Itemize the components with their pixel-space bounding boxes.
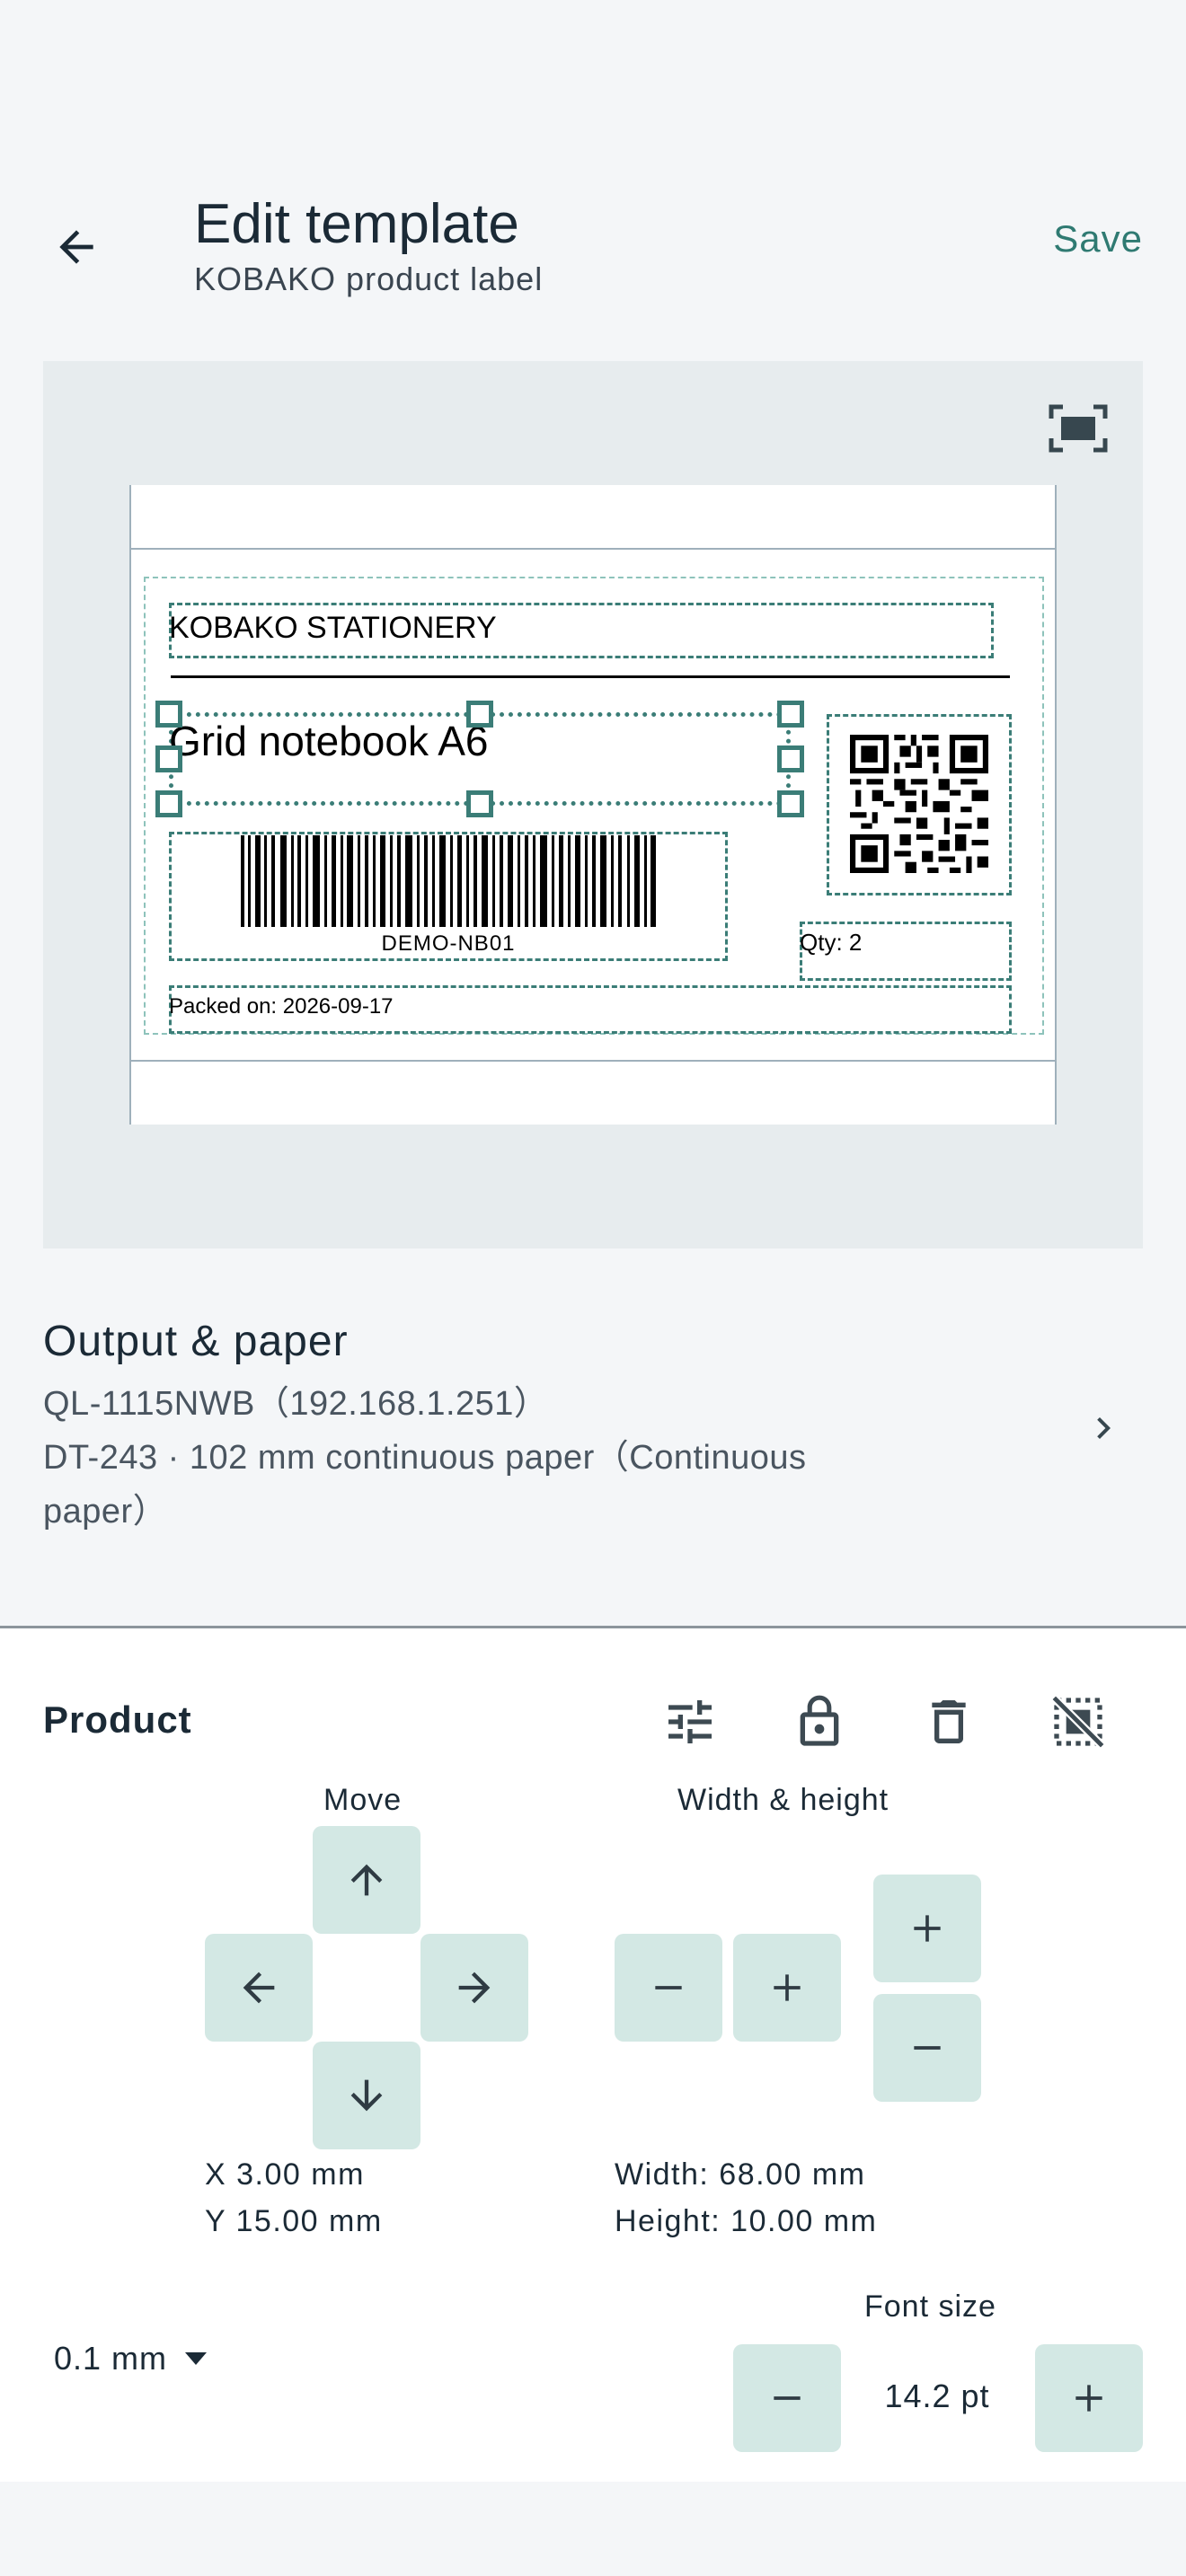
- paper-info-line2: paper）: [43, 1493, 168, 1531]
- arrow-back-icon: [59, 230, 93, 264]
- element-properties-panel: Product Move Width & height X 3.00 mm Y …: [0, 1628, 1186, 2482]
- deselect-icon: [1051, 1695, 1105, 1749]
- height-decrease-button[interactable]: [873, 1994, 981, 2102]
- arrow-right-icon: [458, 1972, 491, 2004]
- resize-handle-bottom-right[interactable]: [777, 790, 804, 817]
- output-paper-settings[interactable]: Output & paper QL-1115NWB（192.168.1.251）…: [43, 1317, 1143, 1550]
- brand-text: KOBAKO STATIONERY: [169, 611, 497, 645]
- move-label: Move: [323, 1783, 403, 1817]
- lock-open-icon: [800, 1695, 839, 1746]
- arrow-left-icon: [243, 1972, 275, 2004]
- font-size-label: Font size: [864, 2289, 996, 2324]
- y-position-value: Y 15.00 mm: [205, 2204, 383, 2238]
- delete-button[interactable]: [913, 1686, 985, 1758]
- arrow-up-icon: [350, 1864, 383, 1896]
- font-size-increase-button[interactable]: [1035, 2344, 1143, 2452]
- height-value: Height: 10.00 mm: [615, 2204, 878, 2238]
- fit-screen-icon: [1049, 404, 1108, 453]
- paper-top-margin-line: [131, 548, 1055, 550]
- font-size-value: 14.2 pt: [884, 2378, 990, 2414]
- page-subtitle: KOBAKO product label: [194, 260, 544, 297]
- fit-screen-button[interactable]: [1042, 397, 1114, 460]
- deselect-button[interactable]: [1042, 1686, 1114, 1758]
- back-button[interactable]: [36, 207, 117, 287]
- font-size-decrease-button[interactable]: [733, 2344, 841, 2452]
- dropdown-arrow-icon: [185, 2352, 208, 2365]
- properties-button[interactable]: [654, 1686, 726, 1758]
- resize-handle-bottom-left[interactable]: [155, 790, 182, 817]
- move-up-button[interactable]: [313, 1826, 420, 1934]
- plus-icon: [1075, 2385, 1102, 2412]
- step-size-select[interactable]: 0.1 mm: [54, 2340, 208, 2378]
- printer-info: QL-1115NWB（192.168.1.251）: [43, 1385, 549, 1423]
- paper-info-line1: DT-243 · 102 mm continuous paper（Continu…: [43, 1439, 807, 1477]
- save-button[interactable]: Save: [1053, 217, 1143, 260]
- selected-element-title: Product: [43, 1698, 192, 1741]
- step-size-value: 0.1 mm: [54, 2340, 168, 2377]
- minus-icon: [914, 2046, 941, 2050]
- paper-bottom-margin-line: [131, 1060, 1055, 1062]
- header-rule-line[interactable]: [171, 675, 1010, 678]
- move-left-button[interactable]: [205, 1934, 313, 2042]
- top-app-bar: Edit template KOBAKO product label Save: [0, 162, 1186, 314]
- qr-code-image: [850, 735, 988, 873]
- lock-button[interactable]: [783, 1686, 855, 1758]
- plus-icon: [774, 1974, 801, 2001]
- size-readout: Width: 68.00 mm Height: 10.00 mm: [615, 2151, 877, 2245]
- delete-icon: [932, 1700, 966, 1743]
- tune-icon: [668, 1700, 712, 1743]
- arrow-down-icon: [350, 2079, 383, 2112]
- barcode-text: DEMO-NB01: [381, 931, 516, 956]
- output-section-title: Output & paper: [43, 1318, 349, 1365]
- minus-icon: [655, 1986, 682, 1989]
- move-down-button[interactable]: [313, 2042, 420, 2149]
- packed-date-text: Packed on: 2026-09-17: [169, 994, 394, 1019]
- size-label: Width & height: [677, 1783, 890, 1817]
- x-position-value: X 3.00 mm: [205, 2157, 365, 2192]
- position-readout: X 3.00 mm Y 15.00 mm: [205, 2151, 383, 2245]
- resize-handle-top-right[interactable]: [777, 701, 804, 728]
- resize-handle-middle-left[interactable]: [155, 745, 182, 772]
- qty-text: Qty: 2: [800, 929, 863, 956]
- width-decrease-button[interactable]: [615, 1934, 722, 2042]
- width-increase-button[interactable]: [733, 1934, 841, 2042]
- plus-icon: [914, 1915, 941, 1942]
- chevron-right-icon: [1097, 1417, 1111, 1439]
- minus-icon: [774, 2396, 801, 2400]
- resize-handle-top-center[interactable]: [466, 701, 493, 728]
- resize-handle-middle-right[interactable]: [777, 745, 804, 772]
- width-value: Width: 68.00 mm: [615, 2157, 866, 2192]
- resize-handle-top-left[interactable]: [155, 701, 182, 728]
- barcode-image: [241, 835, 656, 927]
- page-title: Edit template: [194, 193, 519, 255]
- product-name-text: Grid notebook A6: [169, 718, 489, 764]
- move-right-button[interactable]: [420, 1934, 528, 2042]
- height-increase-button[interactable]: [873, 1875, 981, 1982]
- resize-handle-bottom-center[interactable]: [466, 790, 493, 817]
